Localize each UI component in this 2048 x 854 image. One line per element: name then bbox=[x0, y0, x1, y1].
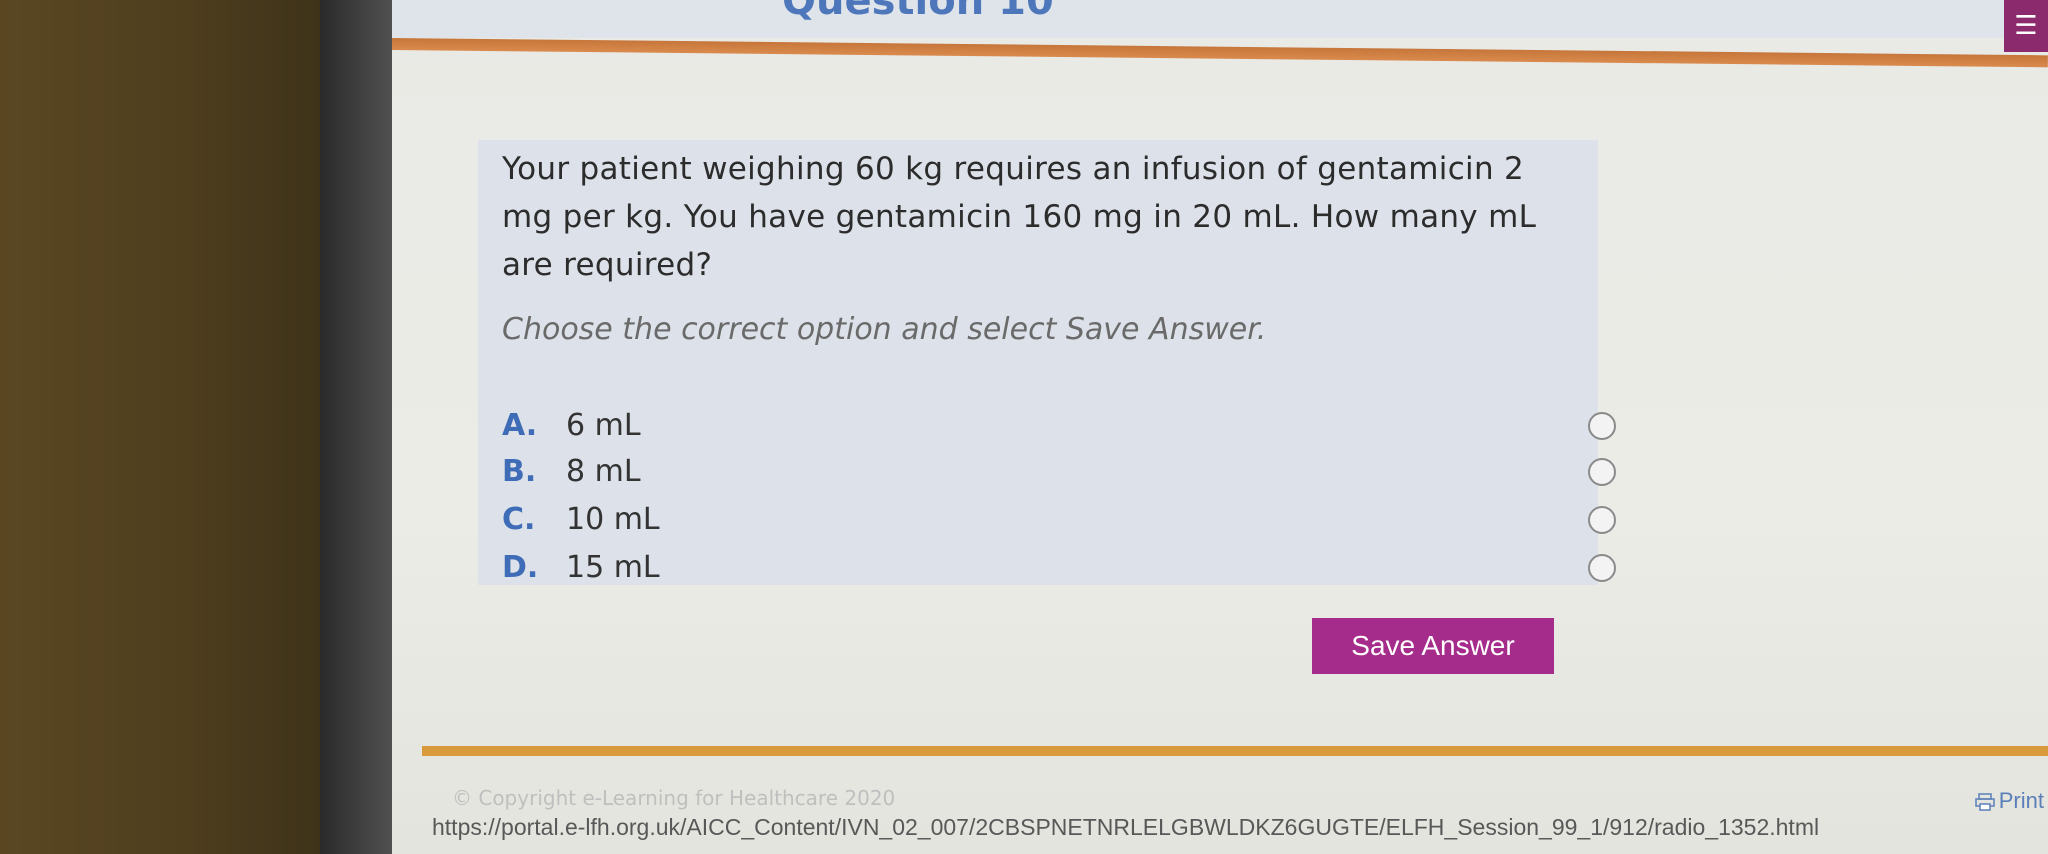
question-text: Your patient weighing 60 kg requires an … bbox=[502, 151, 1537, 283]
radio-button[interactable] bbox=[1588, 458, 1616, 486]
radio-button[interactable] bbox=[1588, 506, 1616, 534]
option-label: 15 mL bbox=[566, 550, 660, 585]
save-answer-button[interactable]: Save Answer bbox=[1312, 618, 1554, 674]
hamburger-menu-icon[interactable]: ☰ bbox=[2004, 0, 2048, 52]
screen: Question 10 ☰ Your patient weighing 60 k… bbox=[392, 0, 2048, 854]
copyright-text: © Copyright e-Learning for Healthcare 20… bbox=[452, 786, 896, 810]
option-b[interactable]: B. 8 mL bbox=[502, 454, 1616, 498]
option-label: 6 mL bbox=[566, 408, 641, 443]
option-label: 10 mL bbox=[566, 502, 660, 537]
print-label: Print bbox=[1998, 788, 2044, 813]
monitor-bezel bbox=[320, 0, 400, 854]
page-url: https://portal.e-lfh.org.uk/AICC_Content… bbox=[432, 814, 1820, 840]
print-link[interactable]: Print bbox=[1975, 788, 2044, 814]
radio-button[interactable] bbox=[1588, 412, 1616, 440]
option-letter: B. bbox=[502, 454, 537, 489]
option-d[interactable]: D. 15 mL bbox=[502, 550, 1616, 594]
header-divider bbox=[392, 38, 2048, 68]
option-c[interactable]: C. 10 mL bbox=[502, 502, 1616, 546]
footer-divider bbox=[422, 746, 2048, 756]
printer-icon bbox=[1975, 793, 1995, 811]
header-strip: Question 10 bbox=[392, 0, 2048, 38]
desk-background bbox=[0, 0, 340, 854]
radio-button[interactable] bbox=[1588, 554, 1616, 582]
option-label: 8 mL bbox=[566, 454, 641, 489]
instruction-text: Choose the correct option and select Sav… bbox=[502, 312, 1267, 347]
option-letter: A. bbox=[502, 408, 538, 443]
option-a[interactable]: A. 6 mL bbox=[502, 408, 1616, 452]
option-letter: C. bbox=[502, 502, 536, 537]
option-letter: D. bbox=[502, 550, 539, 585]
question-title: Question 10 bbox=[782, 0, 1054, 24]
